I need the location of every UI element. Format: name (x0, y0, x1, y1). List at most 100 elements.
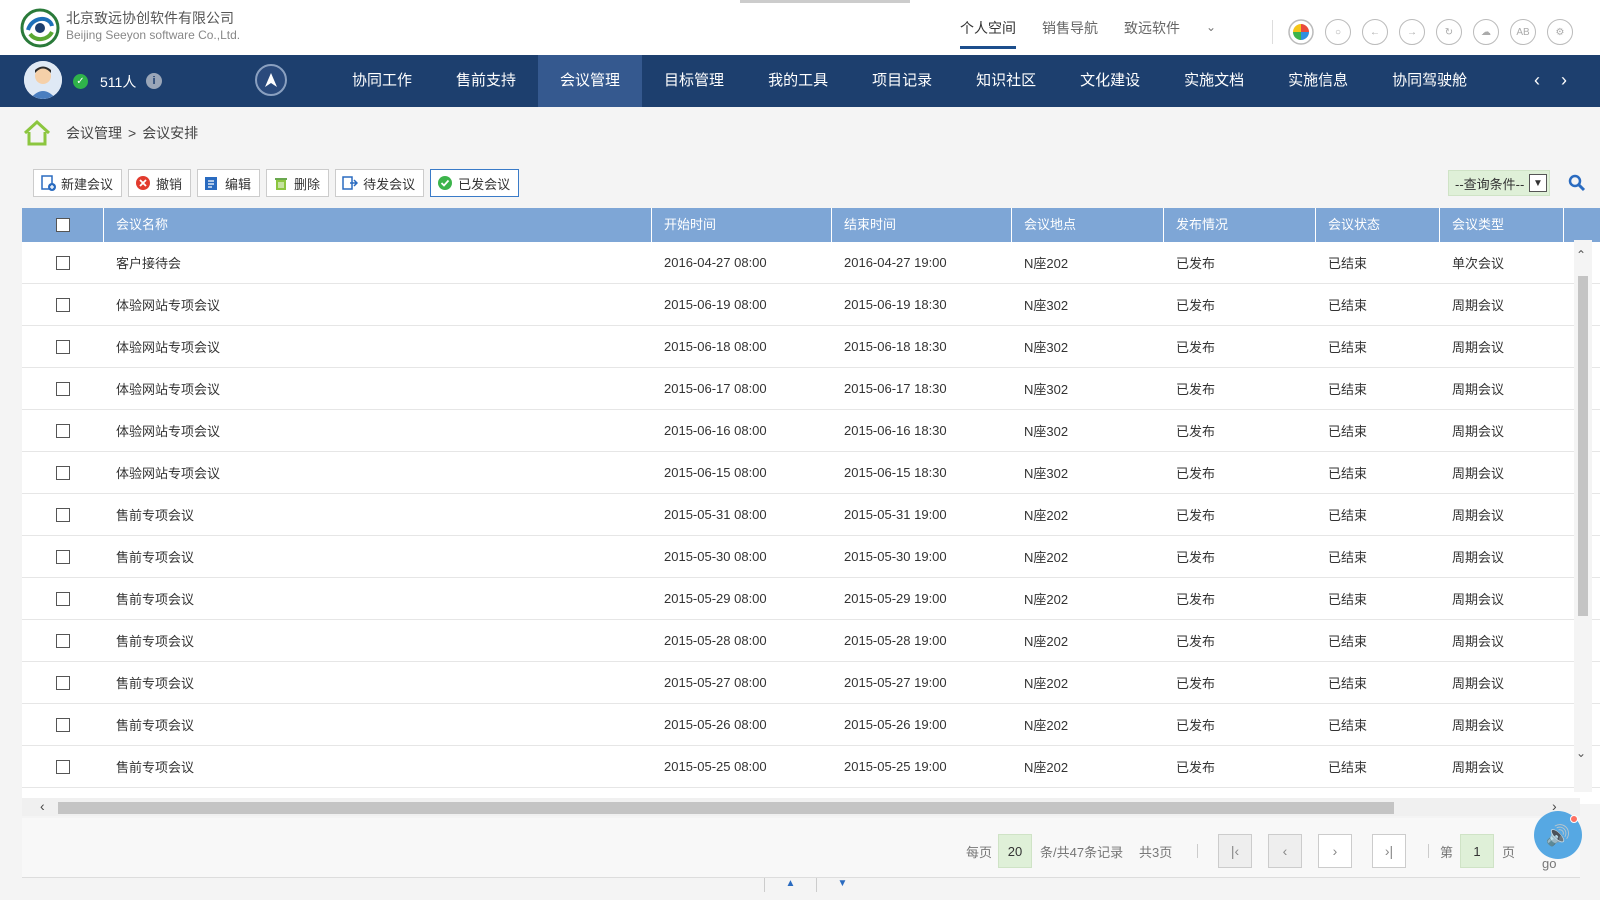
online-count[interactable]: 511人 (100, 72, 136, 92)
col-header-location[interactable]: 会议地点 (1012, 208, 1164, 242)
col-header-end[interactable]: 结束时间 (832, 208, 1012, 242)
prev-page-icon[interactable]: ‹ (1268, 834, 1302, 868)
row-checkbox[interactable] (56, 423, 70, 438)
collapse-up-icon[interactable]: ▲ (764, 878, 816, 892)
vertical-scroll-thumb[interactable] (1578, 276, 1588, 616)
row-checkbox[interactable] (56, 255, 70, 270)
search-icon[interactable] (1568, 174, 1586, 192)
menu-item-implementation-docs[interactable]: 实施文档 (1162, 55, 1266, 107)
menu-item-knowledge[interactable]: 知识社区 (954, 55, 1058, 107)
col-header-publish[interactable]: 发布情况 (1164, 208, 1316, 242)
cell-name[interactable]: 售前专项会议 (104, 673, 652, 692)
color-wheel-icon[interactable] (1288, 19, 1314, 45)
settings-icon[interactable]: ⚙ (1547, 19, 1573, 45)
delete-button[interactable]: 删除 (266, 169, 330, 197)
row-checkbox[interactable] (56, 465, 70, 480)
edit-button[interactable]: 编辑 (197, 169, 261, 197)
vertical-scrollbar[interactable]: ⌃ ⌄ (1574, 240, 1592, 792)
row-checkbox[interactable] (56, 297, 70, 312)
horizontal-scroll-thumb[interactable] (58, 802, 1394, 814)
cell-name[interactable]: 售前专项会议 (104, 757, 652, 776)
refresh-icon[interactable]: ↻ (1436, 19, 1462, 45)
breadcrumb-meeting-management[interactable]: 会议管理 (66, 123, 122, 143)
first-page-icon[interactable]: |‹ (1218, 834, 1252, 868)
scroll-down-icon[interactable]: ⌄ (1576, 746, 1586, 760)
cell-name[interactable]: 客户接待会 (104, 253, 652, 272)
navigate-icon[interactable] (255, 64, 287, 96)
cell-name[interactable]: 售前专项会议 (104, 631, 652, 650)
cell-name[interactable]: 体验网站专项会议 (104, 337, 652, 356)
cell-name[interactable]: 体验网站专项会议 (104, 379, 652, 398)
table-row[interactable]: 售前专项会议 2015-05-27 08:00 2015-05-27 19:00 N座… (22, 662, 1600, 704)
col-header-type[interactable]: 会议类型 (1440, 208, 1564, 242)
menu-item-implementation-info[interactable]: 实施信息 (1266, 55, 1370, 107)
speaker-icon[interactable]: 🔊 (1534, 811, 1582, 859)
expand-down-icon[interactable]: ▼ (816, 878, 868, 892)
horizontal-scrollbar[interactable]: ‹ › (22, 798, 1580, 816)
row-checkbox[interactable] (56, 549, 70, 564)
last-page-icon[interactable]: ›| (1372, 834, 1406, 868)
table-row[interactable]: 体验网站专项会议 2015-06-18 08:00 2015-06-18 18:30… (22, 326, 1600, 368)
sent-meetings-button[interactable]: 已发会议 (430, 169, 520, 197)
pending-meetings-button[interactable]: 待发会议 (335, 169, 425, 197)
col-header-start[interactable]: 开始时间 (652, 208, 832, 242)
row-checkbox[interactable] (56, 717, 70, 732)
avatar[interactable] (24, 61, 62, 99)
cell-name[interactable]: 售前专项会议 (104, 505, 652, 524)
menu-item-goal-management[interactable]: 目标管理 (642, 55, 746, 107)
table-row[interactable]: 售前专项会议 2015-05-29 08:00 2015-05-29 19:00 N座… (22, 578, 1600, 620)
cell-name[interactable]: 体验网站专项会议 (104, 421, 652, 440)
menu-item-collaboration[interactable]: 协同工作 (330, 55, 434, 107)
table-row[interactable]: 体验网站专项会议 2015-06-17 08:00 2015-06-17 18:30… (22, 368, 1600, 410)
table-row[interactable]: 客户接待会 2016-04-27 08:00 2016-04-27 19:00 N座2… (22, 242, 1600, 284)
cell-name[interactable]: 售前专项会议 (104, 589, 652, 608)
table-row[interactable]: 售前专项会议 2015-05-28 08:00 2015-05-28 19:00 N座… (22, 620, 1600, 662)
new-meeting-button[interactable]: 新建会议 (33, 169, 123, 197)
chevron-right-icon[interactable]: › (1561, 70, 1567, 91)
row-checkbox[interactable] (56, 675, 70, 690)
menu-item-meeting-management[interactable]: 会议管理 (538, 55, 643, 107)
cell-name[interactable]: 售前专项会议 (104, 715, 652, 734)
row-checkbox[interactable] (56, 591, 70, 606)
search-circle-icon[interactable]: ○ (1325, 19, 1351, 45)
cell-name[interactable]: 体验网站专项会议 (104, 295, 652, 314)
row-checkbox[interactable] (56, 381, 70, 396)
people-info-icon[interactable]: i (146, 73, 162, 89)
cancel-button[interactable]: 撤销 (128, 169, 192, 197)
table-row[interactable]: 体验网站专项会议 2015-06-16 08:00 2015-06-16 18:30… (22, 410, 1600, 452)
table-row[interactable]: 售前专项会议 2015-05-30 08:00 2015-05-30 19:00 N座… (22, 536, 1600, 578)
col-header-status[interactable]: 会议状态 (1316, 208, 1440, 242)
chevron-down-icon[interactable]: ⌄ (1206, 20, 1216, 49)
home-icon[interactable] (22, 119, 52, 147)
menu-item-my-tools[interactable]: 我的工具 (746, 55, 850, 107)
table-row[interactable]: 体验网站专项会议 2015-06-19 08:00 2015-06-19 18:30… (22, 284, 1600, 326)
scroll-up-icon[interactable]: ⌃ (1576, 248, 1586, 262)
cell-name[interactable]: 体验网站专项会议 (104, 463, 652, 482)
menu-item-culture[interactable]: 文化建设 (1058, 55, 1162, 107)
page-input[interactable]: 1 (1460, 834, 1494, 868)
cloud-icon[interactable]: ☁ (1473, 19, 1499, 45)
row-checkbox[interactable] (56, 507, 70, 522)
cell-name[interactable]: 售前专项会议 (104, 547, 652, 566)
col-header-name[interactable]: 会议名称 (104, 208, 652, 242)
chevron-left-icon[interactable]: ‹ (1534, 70, 1540, 91)
table-row[interactable]: 售前专项会议 2015-05-31 08:00 2015-05-31 19:00 N座… (22, 494, 1600, 536)
table-row[interactable]: 体验网站专项会议 2015-06-15 08:00 2015-06-15 18:30… (22, 452, 1600, 494)
top-nav-seeyon-software[interactable]: 致远软件 (1124, 18, 1180, 49)
next-page-icon[interactable]: › (1318, 834, 1352, 868)
ab-icon[interactable]: AB (1510, 19, 1536, 45)
top-nav-sales-guide[interactable]: 销售导航 (1042, 18, 1098, 49)
row-checkbox[interactable] (56, 339, 70, 354)
chevron-down-icon[interactable]: ▼ (1529, 174, 1547, 192)
scroll-left-icon[interactable]: ‹ (40, 798, 45, 814)
menu-item-presales[interactable]: 售前支持 (434, 55, 538, 107)
menu-item-project-records[interactable]: 项目记录 (850, 55, 954, 107)
top-nav-personal-space[interactable]: 个人空间 (960, 18, 1016, 49)
select-all-checkbox[interactable] (55, 218, 70, 232)
row-checkbox[interactable] (56, 633, 70, 648)
table-row[interactable]: 售前专项会议 2015-05-26 08:00 2015-05-26 19:00 N座… (22, 704, 1600, 746)
row-checkbox[interactable] (56, 759, 70, 774)
per-page-input[interactable]: 20 (998, 834, 1032, 868)
back-icon[interactable]: ← (1362, 19, 1388, 45)
table-row[interactable]: 售前专项会议 2015-05-25 08:00 2015-05-25 19:00 N座… (22, 746, 1600, 788)
